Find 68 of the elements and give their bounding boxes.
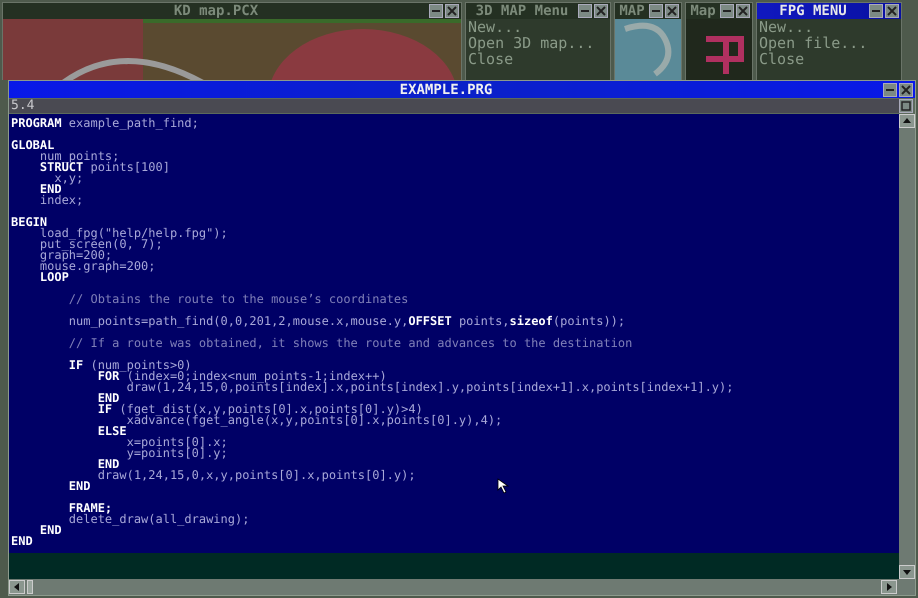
close-icon[interactable]: [594, 4, 608, 18]
scroll-left-icon[interactable]: [9, 580, 25, 594]
close-icon[interactable]: [899, 82, 913, 96]
minimize-icon[interactable]: [720, 4, 734, 18]
code-line: x=points[0].x;: [126, 437, 228, 448]
menu-item[interactable]: New...: [757, 19, 901, 35]
code-line: y=points[0].y;: [126, 448, 228, 459]
code-line: // If a route was obtained, it shows the route and advances to the destination: [68, 338, 632, 349]
window-title: FPG MENU: [778, 3, 848, 19]
code-line: FOR (index=0;index<num_points-1;index++): [98, 371, 387, 382]
scroll-right-icon[interactable]: [881, 580, 897, 594]
vertical-scrollbar[interactable]: [899, 114, 915, 579]
code-line: delete_draw(all_drawing);: [68, 514, 250, 525]
code-line: x,y;: [54, 173, 84, 184]
code-line: END: [96, 393, 120, 404]
code-line: LOOP: [38, 272, 69, 283]
code-line: index;: [38, 195, 84, 206]
scroll-down-icon[interactable]: [899, 565, 915, 579]
minimize-icon[interactable]: [869, 4, 883, 18]
code-line: END: [68, 481, 90, 492]
window-title: Map: [689, 3, 717, 19]
code-line: num_points=path_find(0,0,201,2,mouse.x,mouse.y,OFFSET points,sizeof(points));: [68, 316, 626, 327]
code-editor[interactable]: [9, 114, 899, 553]
code-line: load_fpg("help/help.fpg");: [40, 228, 228, 239]
scroll-thumb-icon[interactable]: [27, 580, 33, 594]
code-line: draw(1,24,15,0,points[index].x,points[index].y,points[index+1].x,points[index+1].y);: [126, 382, 734, 393]
minimize-icon[interactable]: [883, 82, 897, 96]
code-line: IF (num_points>0): [68, 360, 192, 371]
code-line: END: [38, 184, 62, 195]
code-line: STRUCT points[100]: [38, 162, 170, 173]
code-line: xadvance(fget_angle(x,y,points[0].x,points[0].y),4);: [126, 415, 502, 426]
code-line: FRAME;: [68, 503, 112, 514]
horizontal-scrollbar[interactable]: [9, 579, 915, 595]
menu-item[interactable]: Close: [466, 51, 610, 67]
code-line: END: [96, 459, 120, 470]
mouse-pointer-icon: [497, 478, 511, 494]
code-line: ELSE: [96, 426, 127, 437]
code-line: mouse.graph=200;: [38, 261, 156, 272]
close-icon[interactable]: [736, 4, 750, 18]
menu-item[interactable]: New...: [466, 19, 610, 35]
code-line: draw(1,24,15,0,x,y,points[0].x,points[0].y);: [96, 470, 416, 481]
close-icon[interactable]: [885, 4, 899, 18]
menu-item[interactable]: Close: [757, 51, 901, 67]
code-line: GLOBAL: [11, 140, 54, 151]
window-title: KD map.PCX: [172, 3, 260, 19]
menu-item[interactable]: Open file...: [757, 35, 901, 51]
code-line: IF (fget_dist(x,y,points[0].x,points[0].y)>4): [96, 404, 423, 415]
window-title: MAP: [618, 3, 646, 19]
code-line: num_points;: [40, 151, 120, 162]
minimize-icon[interactable]: [578, 4, 592, 18]
code-line: END: [11, 536, 33, 547]
close-icon[interactable]: [665, 4, 679, 18]
code-line: // Obtains the route to the mouse’s coordinates: [68, 294, 408, 305]
scroll-up-icon[interactable]: [899, 114, 915, 128]
code-line: PROGRAM example_path_find;: [11, 118, 199, 129]
code-line: put_screen(0, 7);: [38, 239, 163, 250]
map-thumbnail-drawing: [615, 19, 681, 80]
minimize-icon[interactable]: [649, 4, 663, 18]
maximize-icon[interactable]: [899, 99, 913, 113]
code-line: END: [38, 525, 62, 536]
window-title: EXAMPLE.PRG: [398, 82, 494, 98]
window-title: 3D MAP Menu: [474, 3, 570, 19]
code-line: graph=200;: [38, 250, 112, 261]
close-icon[interactable]: [445, 4, 459, 18]
minimize-icon[interactable]: [429, 4, 443, 18]
cursor-position: 5.4: [9, 99, 899, 113]
code-line: BEGIN: [11, 217, 48, 228]
menu-item[interactable]: Open 3D map...: [466, 35, 610, 51]
